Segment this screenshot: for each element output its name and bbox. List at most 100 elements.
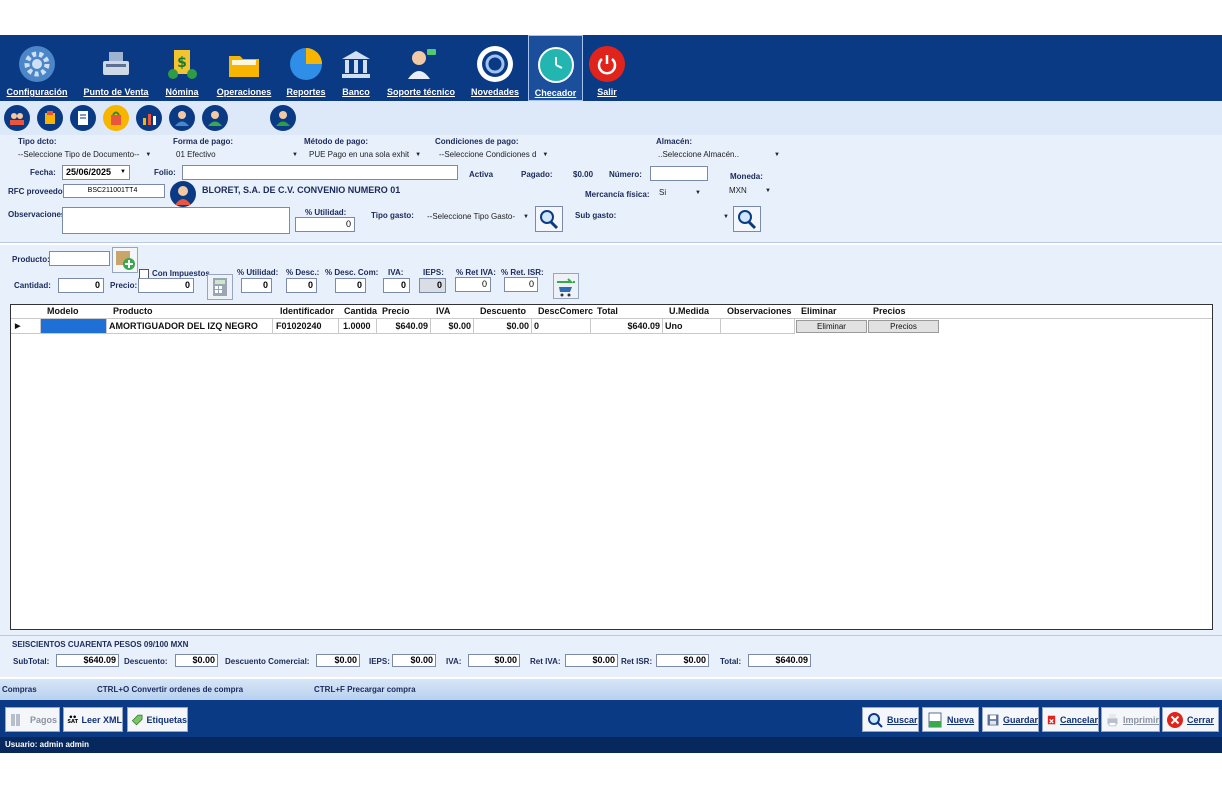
add-product-button[interactable] xyxy=(112,247,138,273)
cell-desc-comerc[interactable]: 0 xyxy=(532,319,591,334)
col-modelo[interactable]: Modelo xyxy=(43,305,79,318)
search-icon xyxy=(868,712,883,728)
producto-input[interactable] xyxy=(49,251,110,266)
tag-icon xyxy=(131,714,143,725)
bar-chart-icon[interactable] xyxy=(136,105,162,131)
tipo-gasto-select[interactable]: --Seleccione Tipo Gasto- ▼ xyxy=(427,210,529,223)
chevron-down-icon: ▼ xyxy=(415,151,422,158)
pagos-button[interactable]: Pagos xyxy=(5,707,60,732)
documents-icon[interactable] xyxy=(70,105,96,131)
col-descuento[interactable]: Descuento xyxy=(476,305,526,318)
toolbar-operaciones[interactable]: Operaciones xyxy=(214,35,274,101)
cell-cantidad[interactable]: 1.0000 xyxy=(339,319,377,334)
toolbar-nomina[interactable]: $ Nómina xyxy=(160,35,204,101)
imprimir-button[interactable]: Imprimir xyxy=(1101,707,1160,732)
ret-isr-label: % Ret. ISR: xyxy=(501,268,544,277)
toolbar-checador[interactable]: Checador xyxy=(528,35,583,101)
search-tipo-gasto-button[interactable] xyxy=(535,206,563,232)
desc-input[interactable]: 0 xyxy=(286,278,317,293)
observaciones-textarea[interactable] xyxy=(62,207,290,234)
precios-row-button[interactable]: Precios xyxy=(868,320,939,333)
ieps-entry-input[interactable]: 0 xyxy=(419,278,446,293)
pie-chart-icon xyxy=(288,46,324,82)
precio-input[interactable]: 0 xyxy=(138,278,194,293)
fecha-date-picker[interactable]: 25/06/2025 ▼ xyxy=(62,165,130,180)
utilidad-input[interactable]: 0 xyxy=(241,278,272,293)
toolbar-salir[interactable]: Salir xyxy=(588,35,626,101)
cash-register-icon xyxy=(98,46,134,82)
rfc-input[interactable]: BSC211001TT4 xyxy=(63,184,165,198)
products-icon[interactable] xyxy=(37,105,63,131)
condiciones-select[interactable]: --Seleccione Condiciones d ▼ xyxy=(439,148,548,161)
cerrar-button[interactable]: Cerrar xyxy=(1162,707,1219,732)
buscar-button[interactable]: Buscar xyxy=(862,707,919,732)
descuento-value: $0.00 xyxy=(175,654,218,667)
col-desc-comerc[interactable]: DescComerc xyxy=(534,305,593,318)
supplier-search-icon[interactable] xyxy=(170,181,196,207)
cell-umedida[interactable]: Uno xyxy=(663,319,721,334)
cell-producto[interactable]: AMORTIGUADOR DEL IZQ NEGRO xyxy=(107,319,273,334)
col-identificador[interactable]: Identificador xyxy=(276,305,334,318)
search-sub-gasto-button[interactable] xyxy=(733,206,761,232)
toolbar-configuracion[interactable]: Configuración xyxy=(4,35,70,101)
col-cantidad[interactable]: Cantida xyxy=(340,305,377,318)
eliminar-row-button[interactable]: Eliminar xyxy=(796,320,867,333)
guardar-button[interactable]: Guardar xyxy=(982,707,1039,732)
col-total[interactable]: Total xyxy=(593,305,618,318)
mercancia-select[interactable]: Si ▼ xyxy=(659,186,701,199)
cantidad-input[interactable]: 0 xyxy=(58,278,104,293)
tipo-dcto-select[interactable]: --Seleccione Tipo de Documento-- ▼ xyxy=(18,148,151,161)
person-alt-icon[interactable] xyxy=(270,105,296,131)
employee-icon[interactable] xyxy=(169,105,195,131)
chevron-down-icon: ▼ xyxy=(765,187,771,194)
col-umedida[interactable]: U.Medida xyxy=(665,305,709,318)
utilidad-header-input[interactable]: 0 xyxy=(295,217,355,232)
moneda-select[interactable]: MXN ▼ xyxy=(729,184,771,197)
power-icon xyxy=(589,46,625,82)
leer-xml-button[interactable]: SAT Leer XML xyxy=(63,707,123,732)
cancelar-button[interactable]: Cancelar xyxy=(1042,707,1099,732)
ret-iva-input[interactable]: 0 xyxy=(455,277,491,292)
ret-isr-input[interactable]: 0 xyxy=(504,277,538,292)
metodo-pago-select[interactable]: PUE Pago en una sola exhit ▼ xyxy=(309,148,421,161)
products-grid[interactable]: Modelo Producto Identificador Cantida Pr… xyxy=(10,304,1213,630)
cell-observaciones[interactable] xyxy=(721,319,795,334)
mercancia-label: Mercancía física: xyxy=(585,190,650,199)
toolbar-punto-de-venta[interactable]: Punto de Venta xyxy=(80,35,152,101)
desc-com-input[interactable]: 0 xyxy=(335,278,366,293)
toolbar-novedades[interactable]: Novedades xyxy=(468,35,522,101)
nueva-button[interactable]: Nueva xyxy=(922,707,979,732)
add-to-cart-button[interactable] xyxy=(553,273,579,299)
forma-pago-select[interactable]: 01 Efectivo ▼ xyxy=(176,148,298,161)
col-iva[interactable]: IVA xyxy=(432,305,450,318)
toolbar-reportes[interactable]: Reportes xyxy=(284,35,328,101)
col-precio[interactable]: Precio xyxy=(378,305,410,318)
cell-descuento[interactable]: $0.00 xyxy=(474,319,532,334)
folio-input[interactable] xyxy=(182,165,458,180)
producto-label: Producto: xyxy=(12,255,50,264)
iva-entry-input[interactable]: 0 xyxy=(383,278,410,293)
col-observaciones[interactable]: Observaciones xyxy=(723,305,792,318)
sub-gasto-select[interactable]: ▼ xyxy=(625,210,729,223)
toolbar-banco[interactable]: Banco xyxy=(338,35,374,101)
col-precios[interactable]: Precios xyxy=(869,305,906,318)
descuento-label: Descuento: xyxy=(124,657,168,666)
cell-modelo[interactable] xyxy=(41,319,107,334)
almacen-select[interactable]: ..Seleccione Almacén.. ▼ xyxy=(658,148,780,161)
row-selector-arrow-icon: ▶ xyxy=(11,319,41,334)
clients-icon[interactable] xyxy=(4,105,30,131)
col-producto[interactable]: Producto xyxy=(109,305,153,318)
payroll-icon: $ xyxy=(164,46,200,82)
shopping-bag-icon[interactable] xyxy=(103,105,129,131)
calculator-button[interactable] xyxy=(207,274,233,300)
cell-iva[interactable]: $0.00 xyxy=(431,319,474,334)
cell-identificador[interactable]: F01020240 xyxy=(273,319,339,334)
user-tie-icon[interactable] xyxy=(202,105,228,131)
svg-text:$: $ xyxy=(177,55,187,71)
col-eliminar[interactable]: Eliminar xyxy=(797,305,837,318)
cell-precio[interactable]: $640.09 xyxy=(377,319,431,334)
toolbar-soporte-tecnico[interactable]: Soporte técnico xyxy=(386,35,456,101)
etiquetas-button[interactable]: Etiquetas xyxy=(127,707,188,732)
cell-total[interactable]: $640.09 xyxy=(591,319,663,334)
numero-input[interactable] xyxy=(650,166,708,181)
